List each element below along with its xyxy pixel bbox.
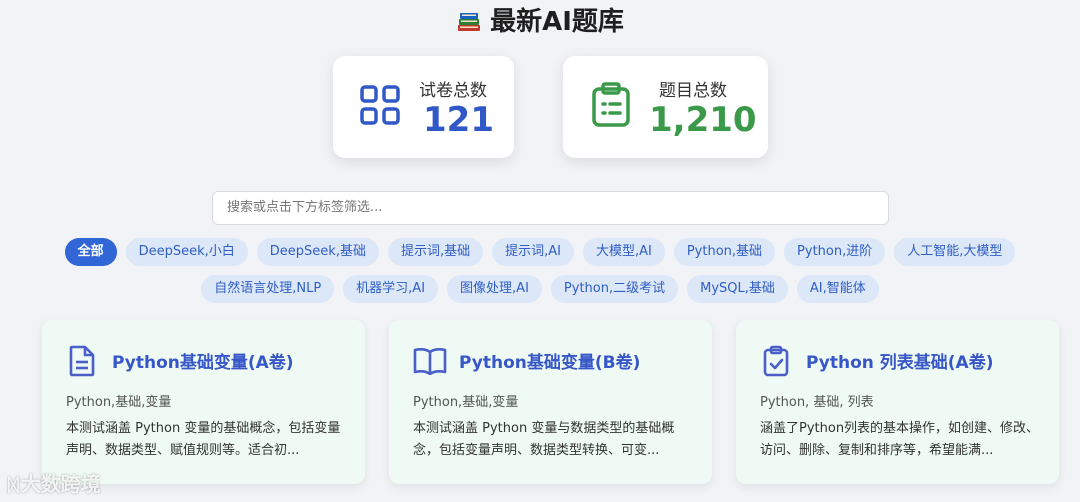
papers-label: 试卷总数: [419, 81, 487, 101]
tag-filter[interactable]: DeepSeek,基础: [256, 238, 379, 266]
tag-filter[interactable]: 图像处理,AI: [447, 275, 542, 303]
quiz-description: 本测试涵盖 Python 变量与数据类型的基础概念，包括变量声明、数据类型转换、…: [413, 421, 675, 458]
tag-filter[interactable]: 提示词,AI: [492, 238, 574, 266]
tag-filter[interactable]: 提示词,基础: [387, 238, 484, 266]
quiz-title[interactable]: Python基础变量(B卷): [459, 348, 640, 373]
clipboard-check-icon: [762, 345, 790, 381]
tag-filter[interactable]: 机器学习,AI: [343, 275, 439, 303]
tag-filter[interactable]: 自然语言处理,NLP: [201, 275, 335, 303]
document-icon: [68, 345, 96, 381]
tag-filter-row: 自然语言处理,NLP 机器学习,AI 图像处理,AI Python,二级考试 MySQL…: [0, 275, 1080, 303]
stat-card-questions: 题目总数 1,210: [563, 56, 768, 158]
quiz-tags: Python,基础,变量: [413, 395, 519, 410]
quiz-description: 涵盖了Python列表的基本操作，如创建、修改、访问、删除、复制和排序等，希望能…: [760, 421, 1040, 458]
quiz-tags: Python,基础,变量: [66, 395, 172, 410]
questions-label: 题目总数: [659, 81, 727, 101]
tag-filter[interactable]: DeepSeek,小白: [125, 238, 248, 266]
quiz-card[interactable]: Python 列表基础(A卷) Python, 基础, 列表 涵盖了Python…: [736, 320, 1059, 484]
watermark-text: 大数跨境: [20, 472, 101, 496]
tag-filter[interactable]: Python,基础: [673, 238, 776, 266]
search-input[interactable]: 搜索或点击下方标签筛选...: [212, 191, 889, 225]
page-title-text: 最新AI题库: [490, 7, 624, 37]
quiz-description: 本测试涵盖 Python 变量的基础概念，包括变量声明、数据类型、赋值规则等。适…: [66, 421, 341, 458]
tag-filter-row: 全部 DeepSeek,小白 DeepSeek,基础 提示词,基础 提示词,AI 大模型,…: [0, 238, 1080, 266]
tag-filter[interactable]: 全部: [64, 238, 117, 266]
clipboard-icon: [591, 82, 631, 132]
watermark: ᛞ 大数跨境: [8, 468, 101, 497]
tag-filter[interactable]: 大模型,AI: [582, 238, 665, 266]
papers-count: 121: [423, 100, 494, 140]
questions-count: 1,210: [649, 100, 757, 140]
quiz-card[interactable]: Python基础变量(B卷) Python,基础,变量 本测试涵盖 Python…: [389, 320, 712, 484]
tag-filter[interactable]: AI,智能体: [796, 275, 879, 303]
quiz-title[interactable]: Python基础变量(A卷): [112, 348, 294, 373]
books-icon: [456, 8, 482, 44]
tag-filter[interactable]: 人工智能,大模型: [894, 238, 1016, 266]
tag-filter[interactable]: Python,二级考试: [550, 275, 679, 303]
grid-icon: [359, 84, 401, 130]
quiz-card[interactable]: Python基础变量(A卷) Python,基础,变量 本测试涵盖 Python…: [42, 320, 365, 484]
book-open-icon: [413, 347, 447, 379]
stat-card-papers: 试卷总数 121: [333, 56, 514, 158]
watermark-logo-icon: ᛞ: [8, 475, 19, 496]
page-title: 最新AI题库: [0, 4, 1080, 40]
tag-filter[interactable]: MySQL,基础: [687, 275, 788, 303]
quiz-title[interactable]: Python 列表基础(A卷): [806, 348, 993, 373]
quiz-tags: Python, 基础, 列表: [760, 395, 874, 410]
tag-filter[interactable]: Python,进阶: [784, 238, 886, 266]
